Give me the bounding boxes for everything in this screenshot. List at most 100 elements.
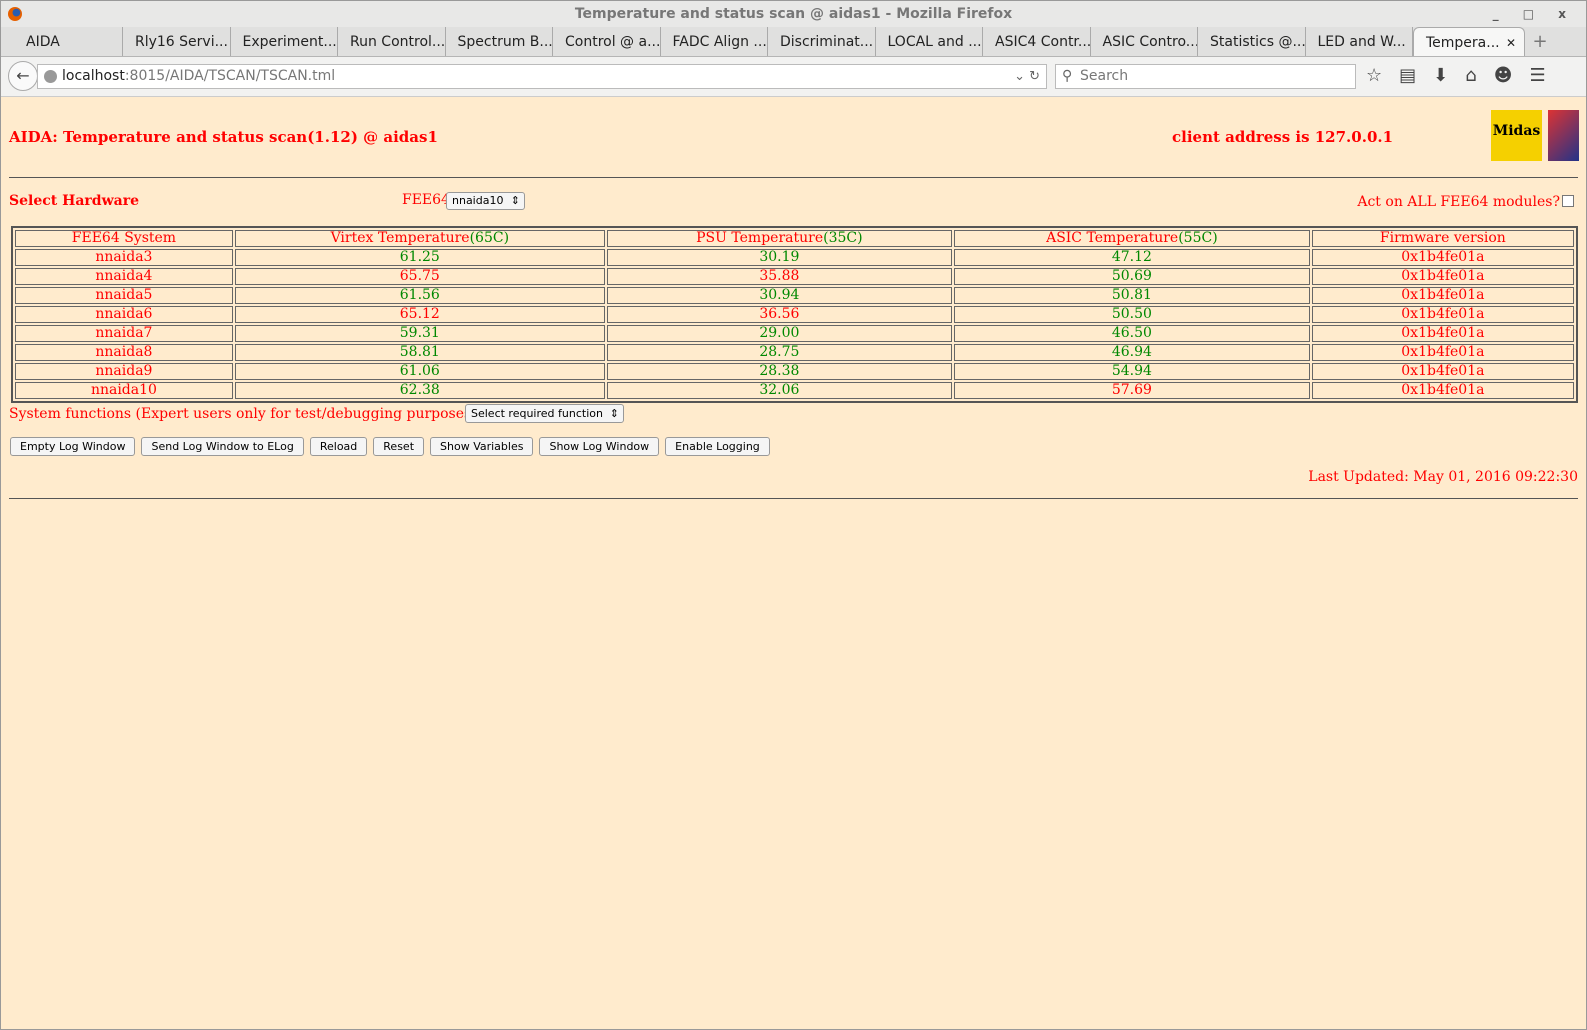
midas-logo: Midas — [1491, 110, 1542, 161]
table-cell: 0x1b4fe01a — [1311, 249, 1574, 266]
table-cell: 65.12 — [234, 306, 605, 323]
status-table: FEE64 System Virtex Temperature(65C) PSU T… — [11, 226, 1578, 403]
new-tab-button[interactable]: + — [1525, 27, 1555, 56]
table-cell: 28.75 — [606, 344, 952, 361]
reload-icon[interactable]: ⌄ ↻ — [1014, 65, 1040, 88]
tab-7[interactable]: Discriminat... — [768, 27, 876, 56]
table-row: nnaida5 61.56 30.94 50.81 0x1b4fe01a — [15, 287, 1574, 304]
tab-1[interactable]: Rly16 Servi... — [123, 27, 231, 56]
table-cell: 61.56 — [234, 287, 605, 304]
show-variables-button[interactable]: Show Variables — [430, 437, 534, 456]
url-path: :8015/AIDA/TSCAN/TSCAN.tml — [124, 68, 336, 84]
table-cell: 32.06 — [606, 382, 952, 399]
column-header: ASIC Temperature(55C) — [953, 230, 1310, 247]
table-cell: 0x1b4fe01a — [1311, 325, 1574, 342]
search-icon: ⚲ — [1062, 68, 1073, 84]
table-cell: nnaida4 — [15, 268, 233, 285]
table-row: nnaida10 62.38 32.06 57.69 0x1b4fe01a — [15, 382, 1574, 399]
function-select[interactable]: Select required function ⇕ — [465, 404, 624, 423]
globe-icon — [44, 70, 57, 83]
tab-label: Run Control... — [350, 34, 446, 50]
table-cell: nnaida5 — [15, 287, 233, 304]
column-header: Virtex Temperature(65C) — [234, 230, 605, 247]
column-header: PSU Temperature(35C) — [606, 230, 952, 247]
tab-9[interactable]: ASIC4 Contr... — [983, 27, 1091, 56]
empty-log-window-button[interactable]: Empty Log Window — [10, 437, 136, 456]
url-bar[interactable]: localhost:8015/AIDA/TSCAN/TSCAN.tml ⌄ ↻ — [37, 64, 1047, 89]
window-controls[interactable]: _ □ x — [1493, 1, 1576, 27]
enable-logging-button[interactable]: Enable Logging — [665, 437, 770, 456]
home-icon[interactable]: ⌂ — [1465, 65, 1476, 86]
table-cell: 59.31 — [234, 325, 605, 342]
page-content: AIDA: Temperature and status scan(1.12) … — [1, 98, 1586, 1029]
tab-10[interactable]: ASIC Contro... — [1091, 27, 1198, 56]
bookmark-star-icon[interactable]: ☆ — [1366, 65, 1382, 86]
header-limit: (65C) — [469, 230, 510, 246]
table-row: nnaida7 59.31 29.00 46.50 0x1b4fe01a — [15, 325, 1574, 342]
column-header: Firmware version — [1311, 230, 1574, 247]
tab-2[interactable]: Experiment... — [231, 27, 338, 56]
tab-12[interactable]: LED and W... — [1306, 27, 1413, 56]
tab-label: LOCAL and ... — [887, 34, 982, 50]
reload-button[interactable]: Reload — [309, 437, 368, 456]
table-cell: 57.69 — [953, 382, 1310, 399]
tcl-logo — [1548, 110, 1579, 161]
table-cell: nnaida9 — [15, 363, 233, 380]
last-updated: Last Updated: May 01, 2016 09:22:30 — [1308, 469, 1578, 485]
table-cell: 0x1b4fe01a — [1311, 287, 1574, 304]
tab-label: Experiment... — [242, 34, 337, 50]
table-row: nnaida9 61.06 28.38 54.94 0x1b4fe01a — [15, 363, 1574, 380]
table-cell: 62.38 — [234, 382, 605, 399]
tab-8[interactable]: LOCAL and ... — [876, 27, 983, 56]
tab-label: FADC Align ... — [672, 34, 767, 50]
tab-0[interactable]: AIDA — [1, 27, 123, 56]
table-cell: 50.69 — [953, 268, 1310, 285]
table-cell: 0x1b4fe01a — [1311, 344, 1574, 361]
tab-label: Discriminat... — [780, 34, 874, 50]
table-cell: 0x1b4fe01a — [1311, 363, 1574, 380]
search-input[interactable]: ⚲ Search — [1055, 64, 1356, 89]
table-cell: 0x1b4fe01a — [1311, 382, 1574, 399]
reset-button[interactable]: Reset — [373, 437, 425, 456]
close-tab-icon[interactable]: ✕ — [1506, 28, 1516, 56]
hello-icon[interactable]: ☻ — [1494, 65, 1513, 86]
back-button[interactable]: ← — [8, 61, 38, 91]
client-address: client address is 127.0.0.1 — [1172, 128, 1394, 146]
table-cell: 50.81 — [953, 287, 1310, 304]
tab-label: ASIC Contro... — [1102, 34, 1198, 50]
menu-icon[interactable]: ☰ — [1529, 65, 1545, 86]
send-log-window-to-elog-button[interactable]: Send Log Window to ELog — [141, 437, 304, 456]
page-title: AIDA: Temperature and status scan(1.12) … — [9, 128, 438, 146]
tab-label: ASIC4 Contr... — [995, 34, 1091, 50]
header-text: Firmware version — [1379, 230, 1506, 246]
header-text: ASIC Temperature — [1046, 230, 1179, 246]
download-icon[interactable]: ⬇ — [1433, 65, 1448, 86]
reading-list-icon[interactable]: ▤ — [1399, 65, 1416, 86]
tab-label: Control @ a... — [565, 34, 661, 50]
table-cell: nnaida8 — [15, 344, 233, 361]
tab-11[interactable]: Statistics @... — [1198, 27, 1306, 56]
tab-3[interactable]: Run Control... — [338, 27, 446, 56]
table-cell: 58.81 — [234, 344, 605, 361]
table-cell: 29.00 — [606, 325, 952, 342]
fee64-label: FEE64 — [402, 192, 450, 208]
tab-6[interactable]: FADC Align ... — [661, 27, 768, 56]
table-cell: 36.56 — [606, 306, 952, 323]
table-cell: 0x1b4fe01a — [1311, 306, 1574, 323]
table-cell: nnaida7 — [15, 325, 233, 342]
tab-5[interactable]: Control @ a... — [553, 27, 661, 56]
column-header: FEE64 System — [15, 230, 233, 247]
url-host: localhost — [62, 68, 125, 84]
table-row: nnaida6 65.12 36.56 50.50 0x1b4fe01a — [15, 306, 1574, 323]
show-log-window-button[interactable]: Show Log Window — [539, 437, 660, 456]
fee64-select[interactable]: nnaida10 ⇕ — [446, 192, 525, 210]
table-cell: 65.75 — [234, 268, 605, 285]
header-text: PSU Temperature — [696, 230, 824, 246]
table-cell: nnaida10 — [15, 382, 233, 399]
header-text: FEE64 System — [71, 230, 177, 246]
act-all-checkbox[interactable] — [1562, 195, 1574, 207]
table-row: nnaida8 58.81 28.75 46.94 0x1b4fe01a — [15, 344, 1574, 361]
tab-13[interactable]: Tempera... ✕ — [1413, 27, 1525, 56]
table-cell: 61.25 — [234, 249, 605, 266]
tab-4[interactable]: Spectrum B... — [446, 27, 553, 56]
